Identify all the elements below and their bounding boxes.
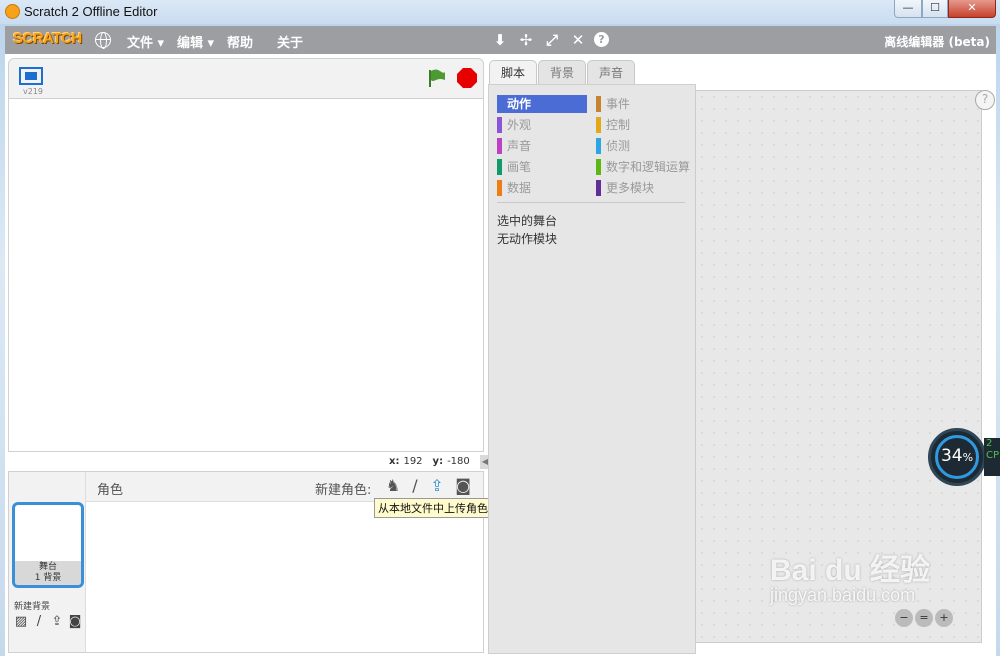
help-question-icon[interactable]: ? <box>975 90 995 110</box>
category-more-blocks[interactable]: 更多模块 <box>596 179 696 197</box>
version-label: v219 <box>23 87 44 96</box>
mouse-coordinates: x: 192 y: -180 <box>389 456 470 467</box>
category-label: 数据 <box>507 181 532 195</box>
green-flag-icon[interactable] <box>426 68 446 88</box>
tab-scripts[interactable]: 脚本 <box>489 60 537 85</box>
block-help-icon[interactable]: ? <box>594 32 609 47</box>
category-label: 画笔 <box>507 160 532 174</box>
duplicate-stamp-icon[interactable]: ⬇ <box>491 31 509 49</box>
stage-header: v219 <box>8 58 484 98</box>
menu-help[interactable]: 帮助 <box>227 32 253 51</box>
category-looks[interactable]: 外观 <box>497 116 587 134</box>
cpu-number: 34 <box>940 446 963 466</box>
category-label: 数字和逻辑运算 <box>606 160 691 174</box>
block-palette: 动作 外观 声音 画笔 数据 事件 控制 侦测 数字和逻辑运算 更多模块 选中的 <box>488 84 696 654</box>
stage-canvas[interactable] <box>8 98 484 452</box>
category-swatch <box>497 138 502 154</box>
category-label: 侦测 <box>606 139 631 153</box>
category-swatch <box>596 117 601 133</box>
shrink-icon[interactable]: ✕ <box>569 31 587 49</box>
category-label: 事件 <box>606 97 631 111</box>
grow-icon[interactable]: ⤢ <box>543 31 561 49</box>
stage-name: 舞台 <box>38 562 57 572</box>
category-swatch <box>497 159 502 175</box>
tab-backdrops[interactable]: 背景 <box>538 60 586 85</box>
menubar: SCRATCH 文件 ▾ 编辑 ▾ 帮助 关于 ⬇ ✢ ⤢ ✕ ? 离线编辑器 … <box>5 26 996 54</box>
sprite-library-icon[interactable]: ♞ <box>383 476 403 496</box>
camera-backdrop-icon[interactable]: ◙ <box>67 615 83 629</box>
cpu-side-panel: 2 CP <box>984 438 1000 476</box>
tab-sounds[interactable]: 声音 <box>587 60 635 85</box>
presentation-mode-icon[interactable] <box>19 67 43 85</box>
scripts-area[interactable] <box>695 90 982 643</box>
paint-backdrop-icon[interactable]: / <box>31 615 47 629</box>
cpu-usage-widget: 34% <box>928 428 986 486</box>
category-label: 更多模块 <box>606 181 655 195</box>
category-swatch <box>497 180 502 196</box>
maximize-button[interactable]: ☐ <box>922 0 948 18</box>
category-pen[interactable]: 画笔 <box>497 158 587 176</box>
new-backdrop-label: 新建背景 <box>14 602 51 612</box>
paint-sprite-icon[interactable]: / <box>405 476 425 496</box>
upload-sprite-icon[interactable]: ⇪ <box>427 476 447 496</box>
menu-file[interactable]: 文件 ▾ <box>127 32 164 51</box>
y-value: -180 <box>447 456 470 467</box>
category-control[interactable]: 控制 <box>596 116 696 134</box>
category-label: 外观 <box>507 118 532 132</box>
close-button[interactable]: ✕ <box>948 0 996 18</box>
palette-divider <box>497 202 685 203</box>
scratch-logo[interactable]: SCRATCH <box>13 30 82 50</box>
category-swatch <box>596 138 601 154</box>
category-swatch <box>596 180 601 196</box>
category-swatch <box>497 117 502 133</box>
x-value: 192 <box>403 456 423 467</box>
x-label: x: <box>389 456 400 467</box>
category-swatch <box>596 96 601 112</box>
delete-cut-icon[interactable]: ✢ <box>517 31 535 49</box>
language-globe-icon[interactable] <box>95 32 111 49</box>
zoom-in-icon[interactable]: + <box>935 609 953 627</box>
camera-sprite-icon[interactable]: ◙ <box>453 476 473 496</box>
cpu-unit: % <box>962 451 974 464</box>
cpu-value: 34% <box>931 446 983 466</box>
category-events[interactable]: 事件 <box>596 95 696 113</box>
stage-thumbnail[interactable]: 舞台 1 背景 <box>12 502 84 588</box>
minimize-button[interactable]: — <box>894 0 922 18</box>
backdrop-library-icon[interactable]: ▨ <box>13 615 29 629</box>
menu-edit[interactable]: 编辑 ▾ <box>177 32 214 51</box>
menu-about[interactable]: 关于 <box>277 32 303 51</box>
stage-thumb-label: 舞台 1 背景 <box>15 561 81 585</box>
stop-sign-icon[interactable] <box>457 68 477 88</box>
y-label: y: <box>432 456 444 467</box>
category-operators[interactable]: 数字和逻辑运算 <box>596 158 696 176</box>
offline-editor-label: 离线编辑器 (beta) <box>884 35 990 49</box>
zoom-reset-icon[interactable]: = <box>915 609 933 627</box>
category-label: 动作 <box>507 97 532 111</box>
category-swatch <box>497 96 502 112</box>
new-sprite-label: 新建角色: <box>315 483 372 498</box>
sprites-heading: 角色 <box>97 483 124 498</box>
category-sensing[interactable]: 侦测 <box>596 137 696 155</box>
category-data[interactable]: 数据 <box>497 179 587 197</box>
window-title: Scratch 2 Offline Editor <box>24 4 158 19</box>
zoom-out-icon[interactable]: − <box>895 609 913 627</box>
category-label: 声音 <box>507 139 532 153</box>
window-titlebar: Scratch 2 Offline Editor — ☐ ✕ <box>0 0 1000 24</box>
category-motion[interactable]: 动作 <box>497 95 587 113</box>
editor-main: v219 x: 192 y: -180 ◀ 角色 新建角色: ♞ / ⇪ ◙ 舞台 1… <box>5 54 996 656</box>
upload-tooltip: 从本地文件中上传角色 <box>374 498 492 518</box>
category-label: 控制 <box>606 118 631 132</box>
scratch-cat-icon <box>5 4 20 19</box>
selected-stage-note: 选中的舞台 <box>497 214 558 228</box>
stage-backdrop-count: 1 背景 <box>34 573 62 583</box>
no-motion-blocks-note: 无动作模块 <box>497 232 558 246</box>
upload-backdrop-icon[interactable]: ⇪ <box>49 615 65 629</box>
category-sound[interactable]: 声音 <box>497 137 587 155</box>
category-swatch <box>596 159 601 175</box>
